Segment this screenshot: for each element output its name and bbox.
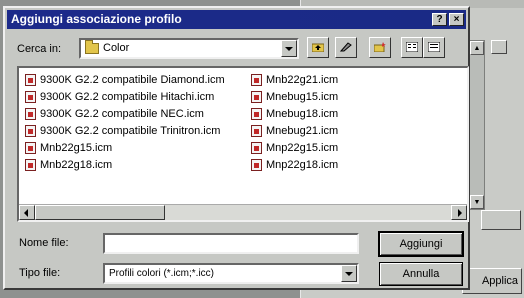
icm-file-icon [25,141,36,154]
list-item[interactable]: Mnp22g18.icm [251,157,338,172]
list-item[interactable]: Mnebug18.icm [251,106,338,121]
file-name: 9300K G2.2 compatibile Diamond.icm [40,73,225,86]
file-name: 9300K G2.2 compatibile Hitachi.icm [40,90,215,103]
file-list[interactable]: 9300K G2.2 compatibile Diamond.icm 9300K… [17,66,469,222]
list-item[interactable]: Mnebug21.icm [251,123,338,138]
file-name: Mnb22g15.icm [40,141,113,154]
add-profile-association-dialog: Aggiungi associazione profilo ? × Cerca … [3,6,470,290]
new-folder-button[interactable] [369,37,391,58]
scroll-right-arrow-icon[interactable] [451,205,467,220]
list-item[interactable]: 9300K G2.2 compatibile NEC.icm [25,106,225,121]
file-name: 9300K G2.2 compatibile NEC.icm [40,107,204,120]
up-one-level-button[interactable] [307,37,329,58]
look-in-value: Color [103,42,130,54]
horizontal-scrollbar[interactable] [19,204,467,220]
icm-file-icon [25,158,36,171]
file-type-value: Profili colori (*.icm;*.icc) [109,268,215,279]
list-item[interactable]: 9300K G2.2 compatibile Trinitron.icm [25,123,225,138]
file-name: Mnb22g18.icm [40,158,113,171]
dialog-titlebar: Aggiungi associazione profilo ? × [7,10,466,29]
icm-file-icon [251,124,262,137]
details-view-button[interactable] [423,37,445,58]
list-view-button[interactable] [401,37,423,58]
file-type-select[interactable]: Profili colori (*.icm;*.icc) [103,263,359,284]
list-item[interactable]: 9300K G2.2 compatibile Diamond.icm [25,72,225,87]
background-button[interactable] [481,210,521,230]
chevron-down-icon[interactable] [341,265,357,282]
scrollbar-thumb[interactable] [35,205,165,220]
icm-file-icon [251,158,262,171]
add-button[interactable]: Aggiungi [378,231,464,257]
applica-button-label: Applica [481,275,519,287]
file-column-2: Mnb22g21.icm Mnebug15.icm Mnebug18.icm M… [251,72,338,174]
icm-file-icon [25,73,36,86]
icm-file-icon [25,124,36,137]
up-folder-icon [312,43,324,52]
icm-file-icon [25,90,36,103]
close-icon[interactable]: × [449,13,464,26]
list-item[interactable]: Mnb22g15.icm [25,140,225,155]
list-item[interactable]: Mnebug15.icm [251,89,338,104]
icm-file-icon [251,90,262,103]
new-folder-icon [374,42,386,52]
file-name-input[interactable] [103,233,359,254]
add-button-label: Aggiungi [399,238,443,250]
file-type-label-text: Tipo file: [19,267,61,279]
list-view-icon [406,42,418,52]
dialog-title: Aggiungi associazione profilo [11,12,182,26]
folder-icon [85,40,99,54]
icm-file-icon [25,107,36,120]
file-name: Mnebug15.icm [266,90,339,103]
file-column-1: 9300K G2.2 compatibile Diamond.icm 9300K… [25,72,225,174]
file-name: 9300K G2.2 compatibile Trinitron.icm [40,124,221,137]
file-type-label: Tipo file: [19,267,60,279]
file-name: Mnebug21.icm [266,124,339,137]
help-button-label: ? [436,14,443,25]
cancel-button[interactable]: Annulla [379,262,463,286]
file-name: Mnebug18.icm [266,107,339,120]
list-item[interactable]: 9300K G2.2 compatibile Hitachi.icm [25,89,225,104]
icm-file-icon [251,141,262,154]
file-name-label: Nome file: [19,237,69,249]
file-name: Mnb22g21.icm [266,73,339,86]
list-item[interactable]: Mnb22g18.icm [25,157,225,172]
close-button-label: × [453,14,460,25]
background-small-button[interactable] [491,40,507,54]
look-in-combo[interactable]: Color [79,38,299,59]
scroll-left-arrow-icon[interactable] [19,205,35,220]
icm-file-icon [251,107,262,120]
scroll-up-arrow-icon[interactable]: ▲ [470,41,484,55]
look-in-label-text: Cerca in: [17,43,62,55]
scroll-down-arrow-icon[interactable]: ▼ [470,195,484,209]
look-in-label: Cerca in: [17,43,61,55]
desktop-button[interactable] [335,37,357,58]
desktop-icon [340,42,352,52]
chevron-down-icon[interactable] [281,40,297,57]
file-name-label-text: Nome file: [19,237,69,249]
list-item[interactable]: Mnp22g15.icm [251,140,338,155]
applica-button[interactable]: Applica [462,268,522,294]
file-name: Mnp22g18.icm [266,158,339,171]
background-scrollbar[interactable]: ▲ ▼ [469,40,485,210]
icm-file-icon [251,73,262,86]
cancel-button-label: Annulla [402,268,440,280]
details-view-icon [428,42,440,52]
file-name: Mnp22g15.icm [266,141,339,154]
help-icon[interactable]: ? [432,13,447,26]
list-item[interactable]: Mnb22g21.icm [251,72,338,87]
